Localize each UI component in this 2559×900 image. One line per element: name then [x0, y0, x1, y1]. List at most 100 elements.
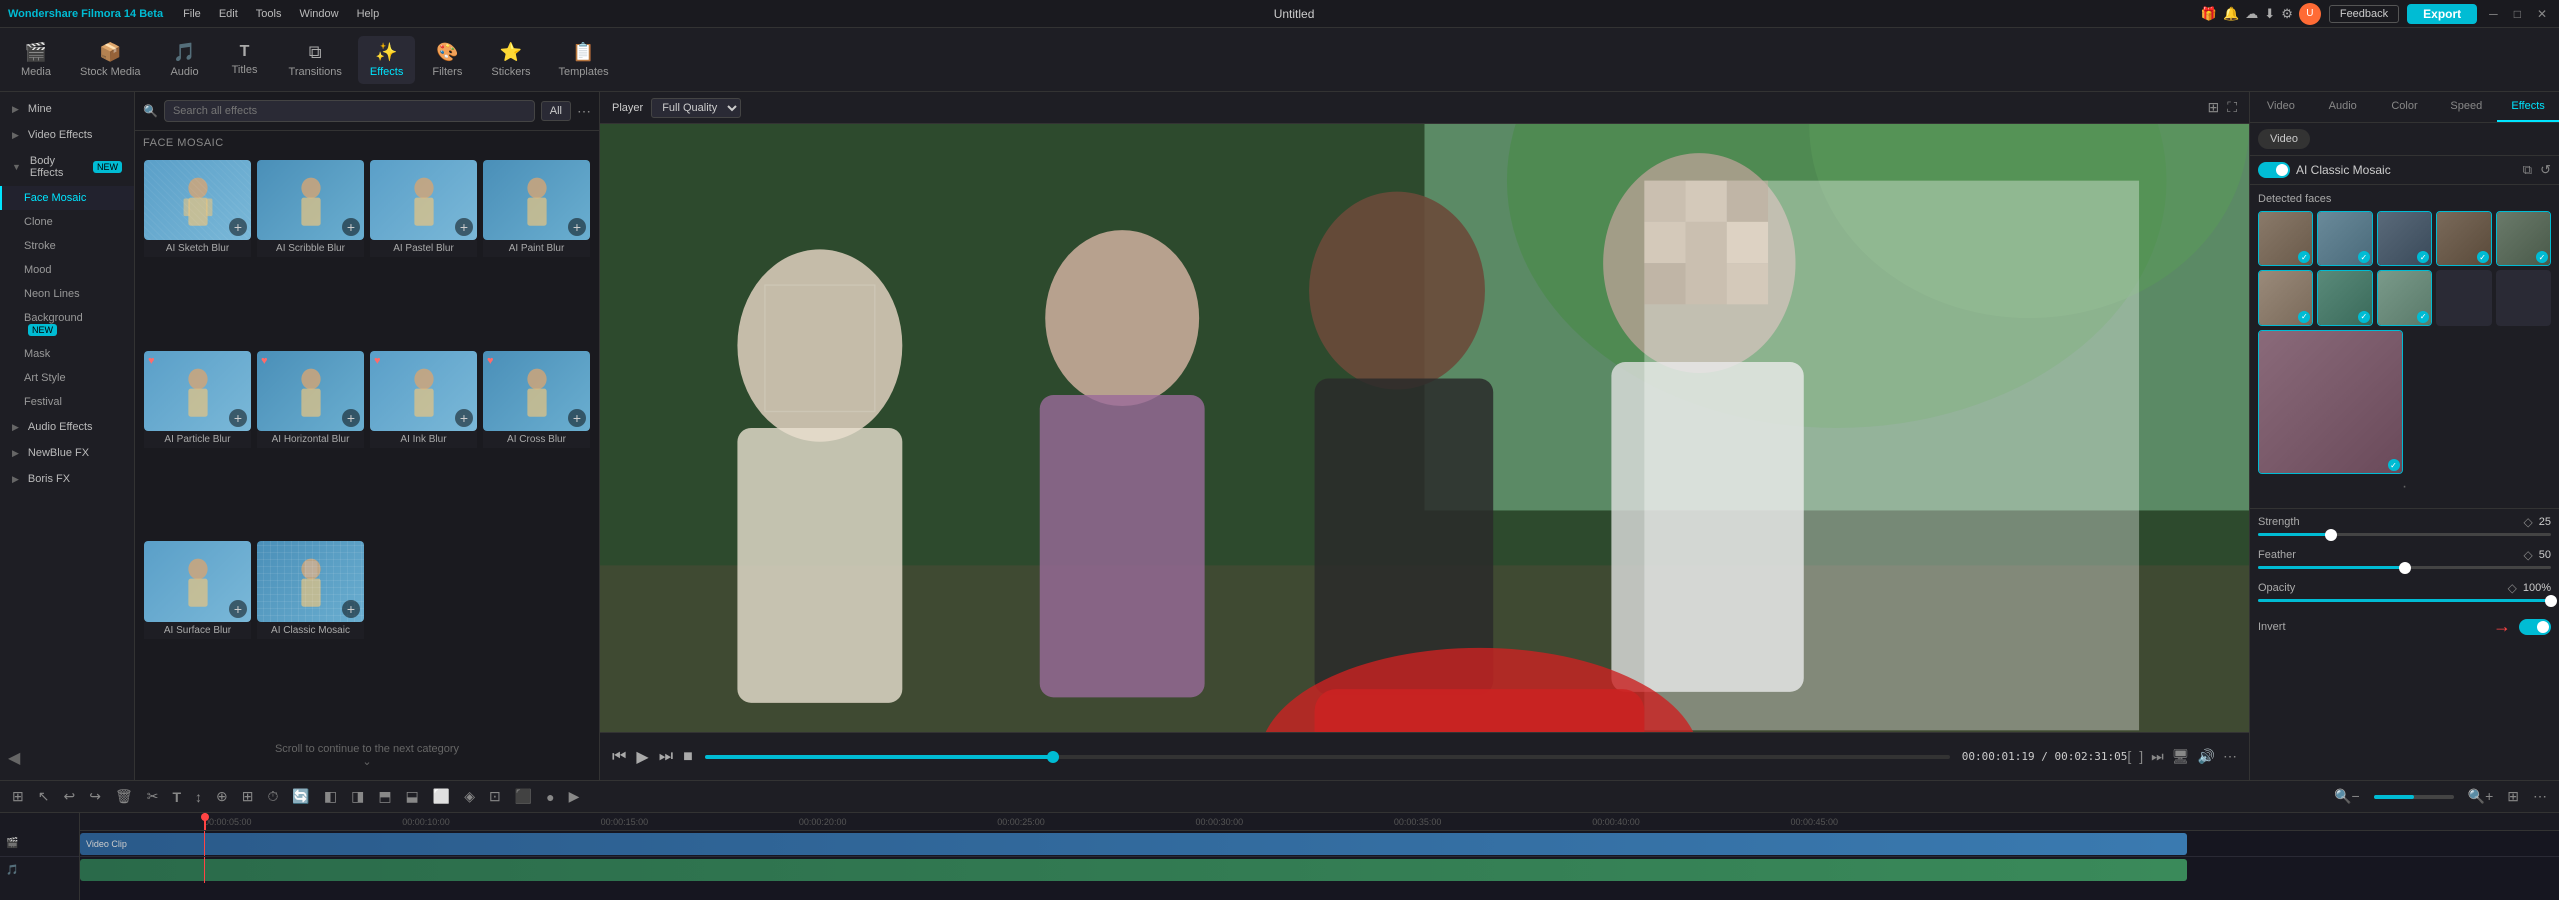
cloud-icon[interactable]: ☁: [2245, 6, 2258, 22]
timeline-tool-target[interactable]: ◈: [460, 786, 479, 807]
effect-ai-sketch-blur[interactable]: + AI Sketch Blur: [143, 159, 252, 346]
face-thumb-9[interactable]: ✓: [2258, 330, 2403, 475]
timeline-tool-cut[interactable]: ✂: [143, 786, 163, 807]
tool-templates[interactable]: 📋 Templates: [546, 36, 620, 84]
timeline-tool-undo[interactable]: ↩: [59, 786, 79, 807]
sidebar-mine-header[interactable]: ▶ Mine: [0, 96, 134, 122]
strength-thumb[interactable]: [2325, 529, 2337, 541]
tool-stickers[interactable]: ⭐ Stickers: [479, 36, 542, 84]
feather-reset-icon[interactable]: ◇: [2524, 548, 2533, 562]
face-thumb-5[interactable]: ✓: [2496, 211, 2551, 266]
timeline-tool-crop1[interactable]: ◧: [320, 786, 341, 807]
zoom-slider[interactable]: [2374, 795, 2454, 799]
zoom-in-icon[interactable]: 🔍+: [2464, 786, 2498, 807]
timeline-tool-play2[interactable]: ▶: [565, 786, 584, 807]
sidebar-item-mask[interactable]: Mask: [0, 342, 134, 366]
timeline-tool-split[interactable]: ⊞: [8, 786, 28, 807]
settings-icon[interactable]: ⚙: [2281, 6, 2293, 22]
invert-toggle[interactable]: [2519, 619, 2551, 635]
effect-ai-scribble-blur[interactable]: + AI Scribble Blur: [256, 159, 365, 346]
fit-to-screen-icon[interactable]: ⊞: [2207, 99, 2219, 116]
subtab-video[interactable]: Video: [2258, 129, 2310, 149]
ai-enable-toggle[interactable]: [2258, 162, 2290, 178]
maximize-button[interactable]: □: [2510, 7, 2525, 21]
tool-transitions[interactable]: ⧉ Transitions: [277, 36, 354, 84]
face-thumb-8[interactable]: ✓: [2377, 270, 2432, 325]
timeline-tool-select[interactable]: ↖: [34, 786, 54, 807]
effect-ai-classic-mosaic[interactable]: + AI Classic Mosaic: [256, 540, 365, 727]
feather-thumb[interactable]: [2399, 562, 2411, 574]
stop-button[interactable]: ■: [683, 748, 693, 766]
effect-ai-horizontal-blur[interactable]: ♥ + AI Horizontal Blur: [256, 350, 365, 537]
sidebar-item-background[interactable]: Background NEW: [0, 306, 134, 342]
timeline-tool-grid[interactable]: ⊞: [238, 786, 258, 807]
sidebar-item-stroke[interactable]: Stroke: [0, 234, 134, 258]
skip-forward-button[interactable]: ⏭: [659, 748, 673, 766]
strength-reset-icon[interactable]: ◇: [2524, 515, 2533, 529]
sidebar-item-festival[interactable]: Festival: [0, 390, 134, 414]
sidebar-item-clone[interactable]: Clone: [0, 210, 134, 234]
skip-back-button[interactable]: ⏮: [612, 748, 626, 766]
face-thumb-4[interactable]: ✓: [2436, 211, 2491, 266]
face-thumb-6[interactable]: ✓: [2258, 270, 2313, 325]
tool-stock[interactable]: 📦 Stock Media: [68, 36, 153, 84]
user-avatar[interactable]: U: [2299, 3, 2321, 25]
tool-media[interactable]: 🎬 Media: [8, 36, 64, 84]
menu-file[interactable]: File: [175, 6, 209, 22]
face-thumb-3[interactable]: ✓: [2377, 211, 2432, 266]
timeline-tool-redo[interactable]: ↪: [85, 786, 105, 807]
timeline-tool-text[interactable]: T: [168, 787, 185, 807]
effect-ai-particle-blur[interactable]: ♥ + AI Particle Blur: [143, 350, 252, 537]
effect-ai-ink-blur[interactable]: ♥ + AI Ink Blur: [369, 350, 478, 537]
render-preview-icon[interactable]: 🖥: [2172, 748, 2190, 765]
copy-icon[interactable]: ⧉: [2523, 162, 2532, 178]
face-thumb-7[interactable]: ✓: [2317, 270, 2372, 325]
timeline-tool-fill2[interactable]: ⬓: [402, 786, 423, 807]
timeline-settings-icon[interactable]: ⊞: [2503, 786, 2523, 807]
tab-color[interactable]: Color: [2374, 92, 2436, 122]
tool-titles[interactable]: T Titles: [217, 37, 273, 82]
face-thumb-1[interactable]: ✓: [2258, 211, 2313, 266]
timeline-tool-box[interactable]: ⬜: [429, 786, 454, 807]
timeline-tool-bg[interactable]: ⬛: [511, 786, 536, 807]
close-button[interactable]: ✕: [2533, 7, 2551, 21]
tab-speed[interactable]: Speed: [2435, 92, 2497, 122]
add-effect-icon10[interactable]: +: [342, 600, 360, 618]
notification-icon[interactable]: 🔔: [2223, 6, 2239, 22]
next-frame-icon[interactable]: ⏭: [2151, 748, 2164, 765]
timeline-tool-fill1[interactable]: ⬒: [374, 786, 395, 807]
effect-ai-cross-blur[interactable]: ♥ + AI Cross Blur: [482, 350, 591, 537]
menu-window[interactable]: Window: [291, 6, 346, 22]
strength-slider[interactable]: [2258, 533, 2551, 536]
sidebar-body-header[interactable]: ▼ Body Effects NEW: [0, 148, 134, 186]
timeline-tool-add[interactable]: ⊕: [212, 786, 232, 807]
sidebar-newblue-header[interactable]: ▶ NewBlue FX: [0, 440, 134, 466]
reset-icon[interactable]: ↺: [2540, 162, 2551, 178]
progress-bar[interactable]: [705, 755, 1950, 759]
tool-filters[interactable]: 🎨 Filters: [419, 36, 475, 84]
menu-help[interactable]: Help: [349, 6, 388, 22]
sidebar-audio-header[interactable]: ▶ Audio Effects: [0, 414, 134, 440]
sidebar-boris-header[interactable]: ▶ Boris FX: [0, 466, 134, 492]
add-effect-icon7[interactable]: +: [455, 409, 473, 427]
minimize-button[interactable]: ─: [2485, 7, 2502, 21]
effect-ai-pastel-blur[interactable]: + AI Pastel Blur: [369, 159, 478, 346]
sidebar-collapse-icon[interactable]: ◀: [8, 748, 20, 768]
timeline-more-icon[interactable]: ⋯: [2529, 786, 2551, 807]
volume-icon[interactable]: 🔊: [2198, 748, 2215, 765]
tab-video[interactable]: Video: [2250, 92, 2312, 122]
tool-effects[interactable]: ✨ Effects: [358, 36, 415, 84]
gift-icon[interactable]: 🎁: [2201, 6, 2217, 22]
audio-clip[interactable]: [80, 859, 2187, 881]
tool-audio[interactable]: 🎵 Audio: [157, 36, 213, 84]
add-effect-icon5[interactable]: +: [229, 409, 247, 427]
all-filter-button[interactable]: All: [541, 101, 571, 121]
add-effect-icon9[interactable]: +: [229, 600, 247, 618]
sidebar-item-art-style[interactable]: Art Style: [0, 366, 134, 390]
feather-slider[interactable]: [2258, 566, 2551, 569]
export-button[interactable]: Export: [2407, 4, 2477, 24]
add-effect-icon8[interactable]: +: [568, 409, 586, 427]
timeline-tool-mosaic[interactable]: ⊡: [485, 786, 505, 807]
menu-tools[interactable]: Tools: [248, 6, 290, 22]
add-effect-icon6[interactable]: +: [342, 409, 360, 427]
